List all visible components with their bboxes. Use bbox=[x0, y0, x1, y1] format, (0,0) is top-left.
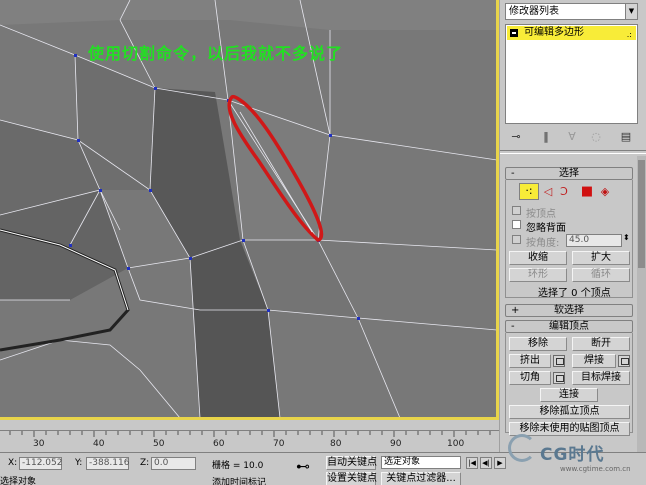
rollout-selection-title: 选择 bbox=[559, 168, 579, 179]
panel-scroll-thumb[interactable] bbox=[638, 160, 645, 268]
key-mode-dropdown[interactable]: 选定对象 bbox=[381, 456, 461, 469]
weld-button[interactable]: 焊接 bbox=[572, 354, 616, 368]
key-icon[interactable]: ⊷ bbox=[296, 459, 310, 475]
weld-settings-icon[interactable] bbox=[618, 355, 630, 367]
x-label: X: bbox=[8, 458, 18, 468]
timeline-tick-label: 70 bbox=[273, 439, 285, 449]
timeline-ruler[interactable] bbox=[0, 430, 499, 452]
cgtime-logo-icon bbox=[508, 434, 536, 462]
modifier-list-label: 修改器列表 bbox=[509, 6, 559, 17]
loop-button[interactable]: 循环 bbox=[572, 268, 630, 282]
previous-frame-icon[interactable]: ◀| bbox=[480, 457, 492, 469]
grid-size: 栅格 = 10.0 bbox=[212, 461, 264, 471]
remove-modifier-icon[interactable]: ◌ bbox=[589, 130, 603, 144]
rollout-edit-vertices-title: 编辑顶点 bbox=[549, 321, 589, 332]
timeline-ticks bbox=[9, 431, 491, 437]
collapse-icon: - bbox=[511, 321, 515, 332]
collapse-icon: - bbox=[511, 168, 515, 179]
angle-spinner[interactable]: 45.0 bbox=[566, 234, 622, 247]
edge-mode-icon[interactable]: ◁ bbox=[541, 185, 555, 199]
border-mode-icon[interactable]: Ɔ bbox=[557, 185, 571, 199]
expand-icon[interactable] bbox=[510, 29, 518, 37]
modifier-list-dropdown[interactable]: 修改器列表 ▼ bbox=[505, 3, 638, 20]
prompt-line: 选择对象 bbox=[0, 477, 37, 485]
expand-icon: + bbox=[511, 305, 520, 316]
stack-item-editable-poly[interactable]: 可编辑多边形 .: bbox=[507, 26, 636, 40]
set-key-button[interactable]: 设置关键点 bbox=[326, 472, 377, 485]
polygon-mode-icon[interactable]: ■ bbox=[580, 185, 594, 199]
ignore-backfacing-label: 忽略背面 bbox=[526, 223, 566, 234]
rollout-edit-vertices-header[interactable]: - 编辑顶点 bbox=[505, 320, 633, 333]
chamfer-settings-icon[interactable] bbox=[553, 372, 565, 384]
make-unique-icon[interactable]: ∀ bbox=[565, 130, 579, 144]
auto-key-button[interactable]: 自动关键点 bbox=[326, 456, 377, 470]
mesh-face bbox=[228, 100, 330, 240]
panel-separator bbox=[500, 150, 646, 154]
timeline-tick-label: 100 bbox=[447, 439, 465, 449]
rollout-selection-header[interactable]: - 选择 bbox=[505, 167, 633, 180]
by-vertex-label: 按顶点 bbox=[526, 209, 556, 220]
x-coordinate-field[interactable]: -112.052 bbox=[19, 457, 62, 470]
watermark-url: www.cgtime.com.cn bbox=[560, 465, 631, 473]
mesh-face-dark bbox=[150, 88, 240, 258]
extrude-button[interactable]: 挤出 bbox=[509, 354, 551, 368]
ring-button[interactable]: 环形 bbox=[509, 268, 567, 282]
rollout-soft-selection-header[interactable]: + 软选择 bbox=[505, 304, 633, 317]
remove-isolated-vertices-button[interactable]: 移除孤立顶点 bbox=[509, 405, 630, 419]
y-label: Y: bbox=[75, 458, 83, 468]
vertex-mode-icon[interactable]: ·: bbox=[519, 183, 539, 200]
remove-button[interactable]: 移除 bbox=[509, 337, 567, 351]
chamfer-button[interactable]: 切角 bbox=[509, 371, 551, 385]
perspective-viewport[interactable]: 使用切割命令，以后我就不多说了 bbox=[0, 0, 497, 418]
element-mode-icon[interactable]: ◈ bbox=[598, 185, 612, 199]
active-viewport-border-bottom bbox=[0, 417, 499, 420]
rollout-soft-selection-title: 软选择 bbox=[554, 305, 584, 316]
stack-item-label: 可编辑多边形 bbox=[524, 27, 584, 38]
stack-toolbar: ⊸ ‖ ∀ ◌ ▤ bbox=[505, 128, 638, 146]
by-vertex-checkbox[interactable] bbox=[512, 206, 521, 215]
timeline-tick-label: 80 bbox=[330, 439, 342, 449]
ignore-backfacing-checkbox[interactable] bbox=[512, 220, 521, 229]
by-angle-checkbox[interactable] bbox=[512, 235, 521, 244]
spinner-arrows-icon[interactable]: ⬍ bbox=[623, 233, 630, 242]
goto-start-icon[interactable]: |◀ bbox=[466, 457, 478, 469]
pin-stack-icon[interactable]: ⊸ bbox=[509, 130, 523, 144]
timeline-tick-label: 90 bbox=[390, 439, 402, 449]
timeline-tick-label: 60 bbox=[213, 439, 225, 449]
break-button[interactable]: 断开 bbox=[572, 337, 630, 351]
modifier-stack[interactable]: 可编辑多边形 .: bbox=[505, 24, 638, 124]
show-end-result-icon[interactable]: ‖ bbox=[539, 130, 553, 144]
by-angle-label: 按角度: bbox=[526, 238, 560, 249]
watermark-brand: CG时代 bbox=[540, 445, 605, 465]
chevron-down-icon[interactable]: ▼ bbox=[625, 4, 637, 19]
timeline-tick-label: 50 bbox=[153, 439, 165, 449]
shrink-button[interactable]: 收缩 bbox=[509, 251, 567, 265]
extrude-settings-icon[interactable] bbox=[553, 355, 565, 367]
key-filters-button[interactable]: 关键点过滤器... bbox=[381, 472, 461, 485]
z-label: Z: bbox=[140, 458, 150, 468]
connect-button[interactable]: 连接 bbox=[540, 388, 598, 402]
selection-status: 选择了 0 个顶点 bbox=[538, 288, 611, 299]
configure-sets-icon[interactable]: ▤ bbox=[619, 130, 633, 144]
y-coordinate-field[interactable]: -388.116 bbox=[86, 457, 129, 470]
timeline-tick-label: 30 bbox=[33, 439, 45, 449]
timeline-tick-label: 40 bbox=[93, 439, 105, 449]
subobject-icon: .: bbox=[626, 30, 632, 39]
add-time-tag[interactable]: 添加时间标记 bbox=[212, 475, 266, 485]
target-weld-button[interactable]: 目标焊接 bbox=[572, 371, 630, 385]
mesh-face-top bbox=[0, 0, 497, 30]
grow-button[interactable]: 扩大 bbox=[572, 251, 630, 265]
z-coordinate-field[interactable]: 0.0 bbox=[151, 457, 196, 470]
tutorial-annotation: 使用切割命令，以后我就不多说了 bbox=[88, 44, 344, 63]
